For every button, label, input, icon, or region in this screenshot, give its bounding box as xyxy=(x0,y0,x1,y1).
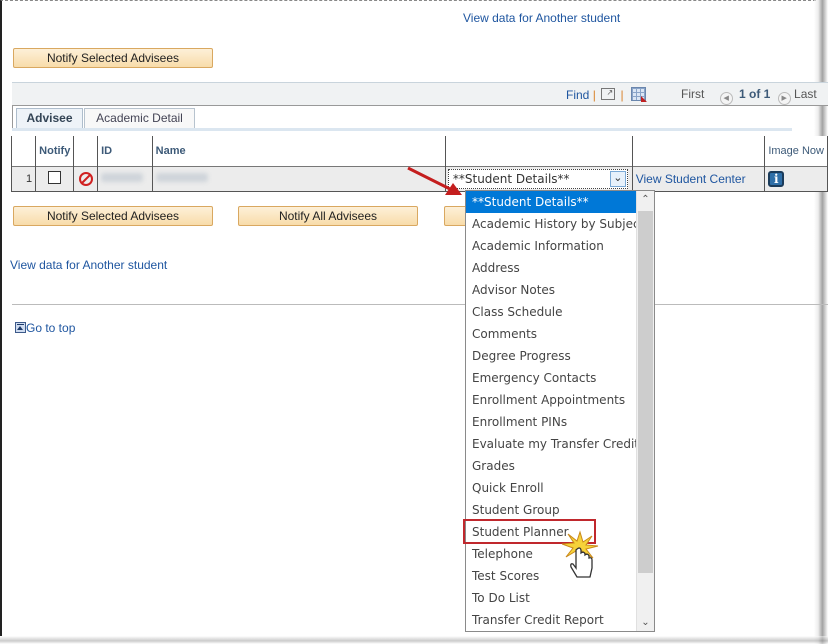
toolbar-separator-2: | xyxy=(620,88,624,102)
dropdown-option[interactable]: Quick Enroll xyxy=(466,477,636,499)
student-id-redacted xyxy=(101,173,144,182)
dropdown-option[interactable]: Degree Progress xyxy=(466,345,636,367)
dropdown-option[interactable]: Emergency Contacts xyxy=(466,367,636,389)
header-row-number xyxy=(10,136,37,167)
header-image-now: Image Now xyxy=(764,136,828,167)
student-details-dropdown-list[interactable]: **Student Details** Academic History by S… xyxy=(465,190,655,632)
dropdown-option[interactable]: Academic History by Subject xyxy=(466,213,644,235)
view-all-popup-icon[interactable]: ↗ xyxy=(601,88,616,100)
header-name: Name xyxy=(151,136,446,167)
notify-checkbox[interactable] xyxy=(48,171,62,184)
notify-selected-advisees-button-bottom[interactable]: Notify Selected Advisees xyxy=(13,206,213,226)
view-another-student-link-bottom[interactable]: View data for Another student xyxy=(10,258,167,272)
tab-row: Advisee Academic Detail xyxy=(12,105,823,129)
dropdown-option[interactable]: **Student Details** xyxy=(466,191,636,213)
go-to-top[interactable]: Go to top xyxy=(15,321,75,335)
previous-page-icon[interactable]: ◀ xyxy=(719,92,733,105)
dropdown-option[interactable]: To Do List xyxy=(466,587,636,609)
next-page-icon[interactable]: ▶ xyxy=(777,92,791,105)
row-number: 1 xyxy=(10,166,37,192)
dropdown-option[interactable]: Class Schedule xyxy=(466,301,636,323)
notify-selected-advisees-button-top[interactable]: Notify Selected Advisees xyxy=(13,48,213,68)
dropdown-option[interactable]: Address xyxy=(466,257,636,279)
student-details-select[interactable]: **Student Details** ⌄ xyxy=(447,169,628,189)
view-student-center-link[interactable]: View Student Center xyxy=(636,172,746,186)
find-link[interactable]: Find xyxy=(566,88,589,102)
dropdown-option[interactable]: Grades xyxy=(466,455,636,477)
dropdown-option[interactable]: Enrollment Appointments xyxy=(466,389,636,411)
scroll-up-icon[interactable]: ⌃ xyxy=(637,191,654,208)
no-entry-icon xyxy=(78,171,93,186)
view-another-student-link-top[interactable]: View data for Another student xyxy=(463,11,620,25)
divider xyxy=(12,304,828,305)
torn-edge-bottom xyxy=(0,636,828,644)
callout-arrow-icon xyxy=(407,166,462,195)
grid-header-row: Notify ID Name Image Now xyxy=(10,136,828,167)
dropdown-options: **Student Details** Academic History by S… xyxy=(466,191,654,631)
dropdown-option[interactable]: Test Scores xyxy=(466,565,636,587)
toolbar-separator: | xyxy=(592,88,596,102)
dropdown-option[interactable]: Student Group xyxy=(466,499,636,521)
dropdown-scrollbar[interactable]: ⌃ ⌄ xyxy=(636,191,654,631)
scrollbar-thumb[interactable] xyxy=(638,211,653,573)
download-grid-icon[interactable] xyxy=(630,87,647,102)
go-to-top-icon[interactable] xyxy=(15,322,26,333)
first-label: First xyxy=(681,87,705,101)
chevron-down-icon[interactable]: ⌄ xyxy=(609,171,626,187)
go-to-top-link[interactable]: Go to top xyxy=(26,321,75,335)
dropdown-option[interactable]: Academic Information xyxy=(466,235,636,257)
grid-toolbar: Find | ↗ | First ◀ 1 of 1 ▶ Last xyxy=(12,82,828,106)
tab-advisee[interactable]: Advisee xyxy=(16,108,83,128)
dropdown-option[interactable]: Telephone xyxy=(466,543,636,565)
student-id-cell xyxy=(97,166,153,192)
scroll-down-icon[interactable]: ⌄ xyxy=(637,614,654,631)
tab-academic-detail[interactable]: Academic Detail xyxy=(84,108,195,128)
last-label: Last xyxy=(794,87,817,101)
header-student-details xyxy=(444,136,633,167)
tab-underline xyxy=(12,128,792,131)
hand-cursor-icon xyxy=(562,530,599,578)
dropdown-option[interactable]: Comments xyxy=(466,323,636,345)
header-id: ID xyxy=(97,136,153,167)
header-status xyxy=(73,136,99,167)
dropdown-option[interactable]: Evaluate my Transfer Credit xyxy=(466,433,639,455)
header-student-center xyxy=(631,136,766,167)
header-notify: Notify xyxy=(35,136,75,167)
notify-all-advisees-button[interactable]: Notify All Advisees xyxy=(238,206,418,226)
dropdown-option[interactable]: Advisor Notes xyxy=(466,279,636,301)
select-value: **Student Details** xyxy=(452,172,570,186)
page-info: 1 of 1 xyxy=(739,87,771,101)
info-icon[interactable]: i xyxy=(768,171,785,187)
student-name-redacted xyxy=(155,173,208,182)
dropdown-option[interactable]: Enrollment PINs xyxy=(466,411,636,433)
dropdown-option[interactable]: Transfer Credit Report xyxy=(466,609,636,631)
